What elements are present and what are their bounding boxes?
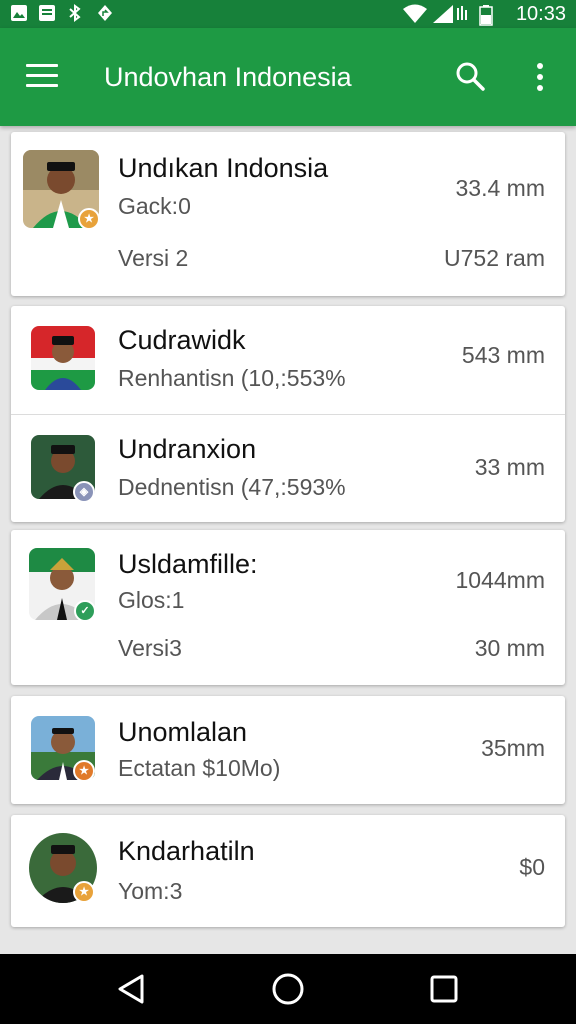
- item-value: 543 mm: [461, 342, 545, 368]
- item-value: 33.4 mm: [455, 175, 545, 201]
- status-time: 10:33: [515, 3, 566, 25]
- item-version: Versi3: [118, 635, 182, 661]
- item-version: Versi 2: [118, 245, 189, 271]
- image-icon: [10, 4, 28, 22]
- app-card[interactable]: ★ Unomlalan Ectatan $10Mo) 35mm: [11, 696, 565, 804]
- star-badge-icon: ★: [73, 881, 95, 903]
- item-value: 1044mm: [455, 567, 545, 593]
- notification-icon: [38, 4, 56, 22]
- list-item[interactable]: ★ Undıkan Indonsia Gack:0 33.4 mm Versi …: [11, 132, 565, 296]
- home-icon[interactable]: [270, 971, 306, 1007]
- item-subtitle: Dednentisn (47,:593%: [118, 474, 346, 500]
- status-bar: 10:33: [0, 0, 576, 28]
- navigation-bar: [0, 954, 576, 1024]
- more-vert-icon[interactable]: [530, 60, 550, 94]
- signal-icon: [432, 4, 454, 23]
- app-title: Undovhan Indonesia: [104, 62, 352, 92]
- avatar: [31, 326, 95, 390]
- app-card[interactable]: ★ Undıkan Indonsia Gack:0 33.4 mm Versi …: [11, 132, 565, 296]
- list-item[interactable]: ★ Kndarhatiln Yom:3 $0: [11, 815, 565, 927]
- item-subtitle: Gack:0: [118, 193, 191, 219]
- star-badge-icon: ★: [73, 760, 95, 782]
- shield-badge-icon: ◈: [73, 481, 95, 503]
- app-card[interactable]: ★ Kndarhatiln Yom:3 $0: [11, 815, 565, 927]
- item-value: 33 mm: [474, 454, 545, 480]
- location-icon: [96, 4, 114, 22]
- back-icon[interactable]: [114, 971, 150, 1007]
- item-version-value: U752 ram: [444, 245, 545, 271]
- bluetooth-icon: [66, 4, 84, 22]
- search-icon[interactable]: [454, 60, 486, 92]
- item-value: $0: [519, 854, 545, 880]
- list-item[interactable]: Cudrawidk Renhantisn (10,:553% 543 mm: [11, 306, 565, 414]
- star-badge-icon: ★: [78, 208, 100, 230]
- item-value: 35mm: [481, 735, 545, 761]
- item-subtitle: Renhantisn (10,:553%: [118, 365, 346, 391]
- item-title: Cudrawidk: [118, 325, 246, 355]
- item-title: Undranxion: [118, 434, 257, 464]
- signal-bars-icon: [456, 4, 470, 22]
- item-version-value: 30 mm: [474, 635, 545, 661]
- item-subtitle: Glos:1: [118, 587, 185, 613]
- item-title: Usldamfille:: [118, 549, 258, 579]
- app-bar: Undovhan Indonesia: [0, 28, 576, 126]
- check-badge-icon: ✓: [74, 600, 96, 622]
- list-item[interactable]: ★ Unomlalan Ectatan $10Mo) 35mm: [11, 696, 565, 804]
- list-item[interactable]: ◈ Undranxion Dednentisn (47,:593% 33 mm: [11, 414, 565, 522]
- recents-icon[interactable]: [426, 971, 462, 1007]
- battery-icon: [478, 4, 494, 26]
- wifi-icon: [402, 4, 428, 23]
- menu-icon[interactable]: [26, 64, 58, 88]
- item-subtitle: Yom:3: [118, 878, 183, 904]
- app-card[interactable]: ✓ Usldamfille: Glos:1 1044mm Versi3 30 m…: [11, 530, 565, 685]
- item-title: Unomlalan: [118, 717, 248, 747]
- list-item[interactable]: ✓ Usldamfille: Glos:1 1044mm Versi3 30 m…: [11, 530, 565, 685]
- item-title: Kndarhatiln: [118, 836, 255, 866]
- app-card[interactable]: Cudrawidk Renhantisn (10,:553% 543 mm ◈ …: [11, 306, 565, 522]
- item-subtitle: Ectatan $10Mo): [118, 755, 281, 781]
- item-title: Undıkan Indonsia: [118, 153, 329, 183]
